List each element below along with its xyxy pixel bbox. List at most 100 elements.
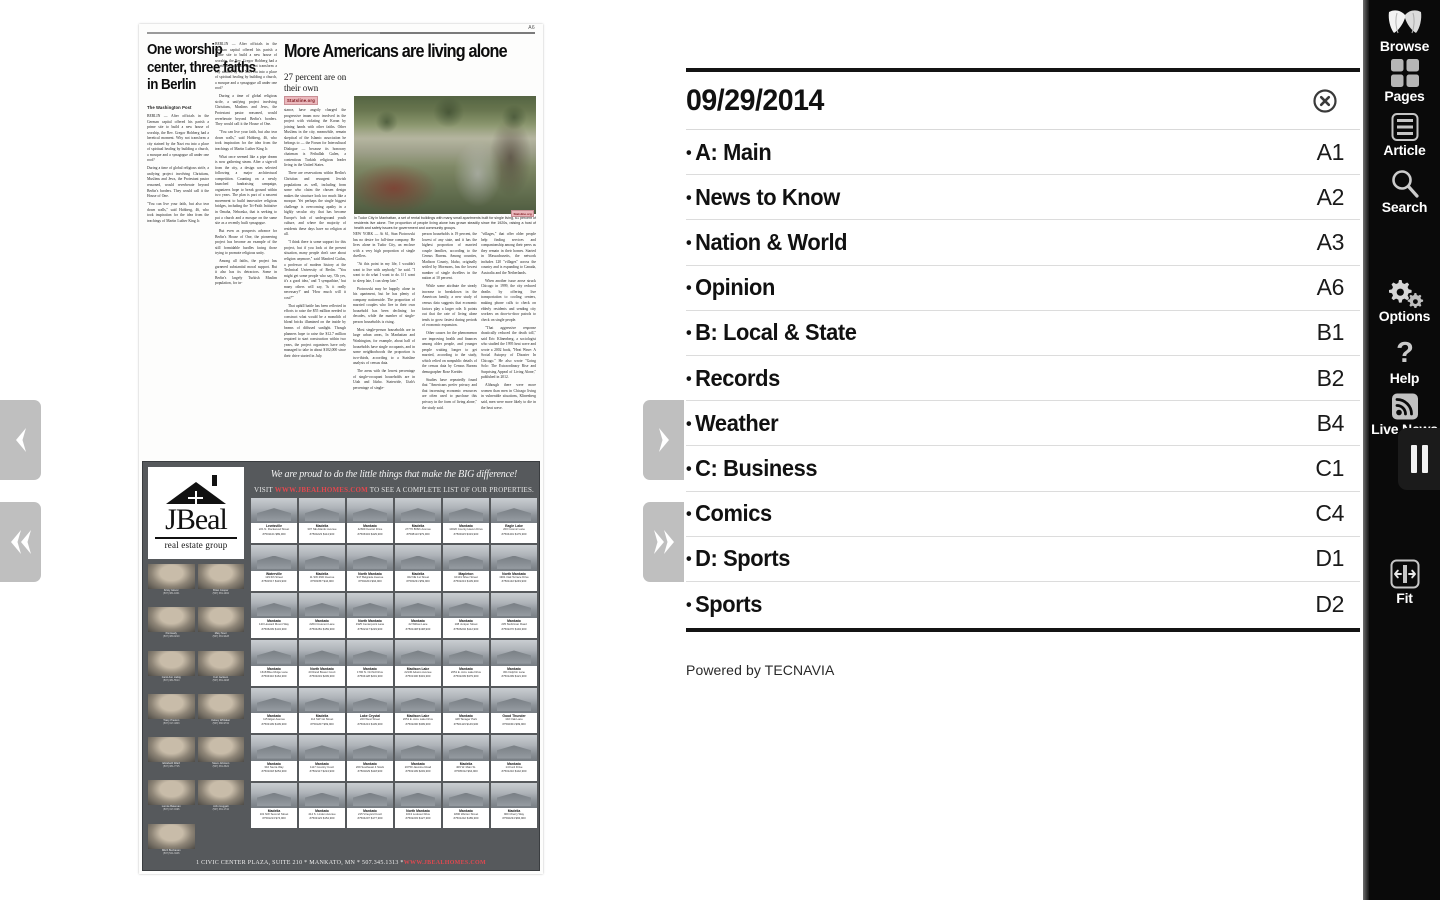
ad-listing-cell[interactable]: Mankato 108 Juniper Street #7506202 $112,9…	[443, 592, 489, 639]
ad-listing-cell[interactable]: Madison Lake 22130 Adams Avenue #7501300 $…	[395, 640, 441, 686]
ad-listing-cell[interactable]: North Mankato 917 Belgrade Avenue #7502204…	[347, 545, 393, 591]
ad-agent[interactable]: Kristy Glover (507) 381-1001	[148, 564, 195, 604]
listing-price: #7502117 $224,900	[309, 769, 335, 774]
ad-listing-cell[interactable]: Mankato 22 Willow Lane #7501198 $198,900	[395, 592, 441, 639]
pause-live-news-button[interactable]	[1398, 428, 1440, 490]
next-page-button[interactable]	[643, 400, 684, 480]
listing-photo	[395, 592, 441, 619]
ad-listing-cell[interactable]: Mankato 215 Vineyard Court #7504207 $177,9…	[347, 782, 393, 828]
bullet-icon: •	[686, 594, 692, 614]
toc-row[interactable]: • D: Sports D1	[686, 537, 1360, 582]
ad-footer: 1 CIVIC CENTER PLAZA, SUITE 210 * MANKAT…	[143, 856, 539, 870]
ad-listing-cell[interactable]: North Mankato 1925 Centerpoint Lane #75021…	[347, 592, 393, 639]
toolbar-item-help[interactable]: ? Help	[1369, 338, 1440, 385]
ad-listing-cell[interactable]: Mankato 209 Southeast 4 Stock #7503229 $11…	[347, 735, 393, 781]
ad-visit-url[interactable]: WWW.JBEALHOMES.COM	[275, 486, 368, 494]
ad-listing-cell[interactable]: North Mankato 1013 Lookout Drive #7502203 …	[395, 782, 441, 828]
article-paragraph: Most single-person households are in lar…	[353, 327, 415, 366]
ad-listing-cell[interactable]: Mankato 235 Stoltzman Road #7502270 $194,9…	[491, 592, 537, 639]
ad-listing-cell[interactable]: Mankato 1618 Blue Ridge Lane #7504310 $164…	[251, 640, 297, 686]
ad-listing-cell[interactable]: Madelia 11 SW 2ND Avenue #7503357 $44,900	[299, 545, 345, 591]
toolbar-item-browse[interactable]: Browse	[1369, 8, 1440, 53]
toolbar-item-options[interactable]: Options	[1369, 278, 1440, 323]
ad-listing-cell[interactable]: Madelia 900 Cherry Way #7502234 $84,900	[491, 782, 537, 828]
ad-listing-cell[interactable]: Madelia 114 SW 1st Street #7501207 $69,900	[299, 687, 345, 734]
newspaper-page[interactable]: A6 One worship center, three faiths in B…	[139, 24, 543, 874]
ad-listing-cell[interactable]: Mankato 14 Ford Drive #7501210 $142,900	[491, 735, 537, 781]
ad-listing-cell[interactable]: Lewisville 221 N. Rockwood Street #7501101…	[251, 498, 297, 544]
ad-listing-cell[interactable]: Mankato 1790 N. Orchid Drive #7504128 $201…	[347, 640, 393, 686]
toc-row[interactable]: • Weather B4	[686, 401, 1360, 447]
ad-listing-cell[interactable]: Mankato 414 S. Linden Avenue #7503123 $154…	[299, 782, 345, 828]
ad-listing-cell[interactable]: Mankato 20750 Jasmine Road #7502109 $249,9…	[395, 735, 441, 781]
ad-listing-cell[interactable]: Madison Lake 2051 E. Acre Lake Drive #7502…	[395, 687, 441, 734]
ad-listing-cell[interactable]: Madelia 409 W. Main St. #7505312 $64,900	[443, 735, 489, 781]
close-circle-icon	[1313, 88, 1337, 113]
ad-listing-cell[interactable]: Mankato 448 Tanager Park #7501119 $149,900	[443, 687, 489, 734]
ad-listing-cell[interactable]: Eagle Lake 200 Cosmic Lane #7504401 $179,9…	[491, 498, 537, 544]
ad-listing-cell[interactable]: Mankato 301 Dolphin Lane #7501299 $121,900	[491, 640, 537, 686]
listing-caption: North Mankato 917 Belgrade Avenue #7502204…	[347, 571, 393, 583]
ad-listing-cell[interactable]: Mankato 42669 Kestrel Drive #7506334 $429,…	[347, 498, 393, 544]
previous-page-button[interactable]	[0, 400, 41, 480]
ad-agent[interactable]: Mary Noor (507) 381-9428	[197, 607, 244, 647]
ad-listing-cell[interactable]: Waterville 129 6th Street #7501517 $119,90…	[251, 545, 297, 591]
ad-agent[interactable]: Carol Ann Liebig (507) 381-5514	[148, 650, 195, 691]
article-paragraph: Other causes for the phenomenon are impr…	[422, 331, 477, 374]
ad-listing-cell[interactable]: Mankato 2051 E. Acre Lake Drive #7502209 $…	[443, 640, 489, 686]
toolbar-item-pages[interactable]: Pages	[1369, 58, 1440, 103]
ad-listing-cell[interactable]: Good Thunder 102 Oak Lane #7502301 $99,900	[491, 687, 537, 734]
ad-agent[interactable]: Tracy Preston (507) 317-4303	[148, 693, 195, 734]
ad-agent[interactable]: John Hoggatt (507) 381-1742	[197, 780, 244, 820]
toc-row[interactable]: • Sports D2	[686, 582, 1360, 627]
ad-listing-cell[interactable]: Madelia 307 NE Atlantic Avenue #7504223 $1…	[299, 498, 345, 544]
toc-row[interactable]: • Comics C4	[686, 492, 1360, 537]
listing-price: #7504207 $177,900	[357, 816, 383, 821]
toc-row[interactable]: • News to Know A2	[686, 175, 1360, 221]
toc-row[interactable]: • A: Main A1	[686, 130, 1360, 176]
ad-listing-cell[interactable]: Madelia 101 NW Second Street #7501213 $74,…	[251, 782, 297, 828]
toolbar-item-fit[interactable]: Fit	[1369, 558, 1440, 605]
ad-agent[interactable]: Elizabeth Ward (507) 381-7715	[148, 737, 195, 777]
article-paragraph: "That aggressive response drastically re…	[481, 325, 536, 380]
toc-row[interactable]: • Records B2	[686, 356, 1360, 402]
ad-listing-cell[interactable]: Mankato 310 Sierra Way #7501018 $254,900	[251, 735, 297, 781]
last-page-button[interactable]	[643, 502, 684, 582]
toc-page-number: A1	[1316, 138, 1345, 165]
ad-listing-cell[interactable]: Madelia 27770 806th Avenue #7508113 $79,90…	[395, 498, 441, 544]
ad-agent[interactable]: Lonnie Bateman (507) 317-0196	[148, 780, 195, 820]
ad-listing-cell[interactable]: Mankato 2204 Crescent Lane #7504281 $159,9…	[299, 592, 345, 639]
ad-listing-cell[interactable]: Mankato 1800 Warren Street #7501242 $189,9…	[443, 782, 489, 828]
toc-row[interactable]: • Opinion A6	[686, 266, 1360, 311]
text-column-1: BERLIN — After officials in the German c…	[147, 114, 209, 227]
ad-agent[interactable]: Brian Cooper (507) 381-1002	[197, 564, 244, 604]
statsline-badge: Statsline.org	[284, 96, 318, 105]
ad-agent[interactable]: Steve Johnson (507) 381-3322	[197, 737, 244, 777]
ad-listing-cell[interactable]: Madelia 322 NE 1st Street #7503231 $59,900	[395, 545, 441, 591]
headline-right[interactable]: More Americans are living alone	[284, 41, 511, 62]
listing-caption: Mankato 2204 Crescent Lane #7504281 $159,9…	[299, 618, 345, 630]
ad-listing-cell[interactable]: Mankato 120 Howard Mount Way #7506209 $134…	[251, 592, 297, 639]
ad-listing-cell[interactable]: North Mankato 20 Rand Bower Court #7503219…	[299, 640, 345, 686]
ad-agent[interactable]: Pat Healy (507) 380-0210	[148, 607, 195, 647]
toolbar-item-search[interactable]: Search	[1369, 168, 1440, 214]
ad-agent[interactable]: Kelsey Whitaker (507) 380-9732	[197, 693, 244, 734]
ad-agent[interactable]: Kurt Jackson (507) 381-4208	[197, 650, 244, 691]
first-page-button[interactable]	[0, 502, 41, 582]
text-column-3: stance, have angrily charged the progres…	[284, 108, 346, 362]
toolbar-item-article[interactable]: Article	[1369, 112, 1440, 157]
toc-row[interactable]: • C: Business C1	[686, 446, 1360, 492]
ad-footer-url[interactable]: WWW.JBEALHOMES.COM	[404, 860, 486, 866]
toc-row[interactable]: • B: Local & State B1	[686, 311, 1360, 356]
ad-listing-cell[interactable]: North Mankato 1901 Oak Terrace Drive #7501…	[491, 545, 537, 591]
ad-listing-cell[interactable]: Mankato 1117 Country Court #7502117 $224,9…	[299, 735, 345, 781]
listing-price: #7502117 $229,900	[357, 626, 383, 631]
ad-listing-cell[interactable]: Mapleton 10101 Silver Street #7502213 $139…	[443, 545, 489, 591]
advertisement[interactable]: JBeal real estate group We are proud to …	[142, 461, 540, 871]
ad-listing-cell[interactable]: Mankato 115 Elgar Avenue #7503109 $109,900	[251, 687, 297, 734]
ad-listing-cell[interactable]: Mankato 10020 County Haven Drive #7509115 …	[443, 498, 489, 544]
close-toc-button[interactable]	[1310, 86, 1340, 116]
toc-row[interactable]: • Nation & World A3	[686, 220, 1360, 266]
ad-listing-cell[interactable]: Lake Crystal 220 West Street #7504213 $139…	[347, 687, 393, 734]
listing-photo	[347, 498, 393, 524]
